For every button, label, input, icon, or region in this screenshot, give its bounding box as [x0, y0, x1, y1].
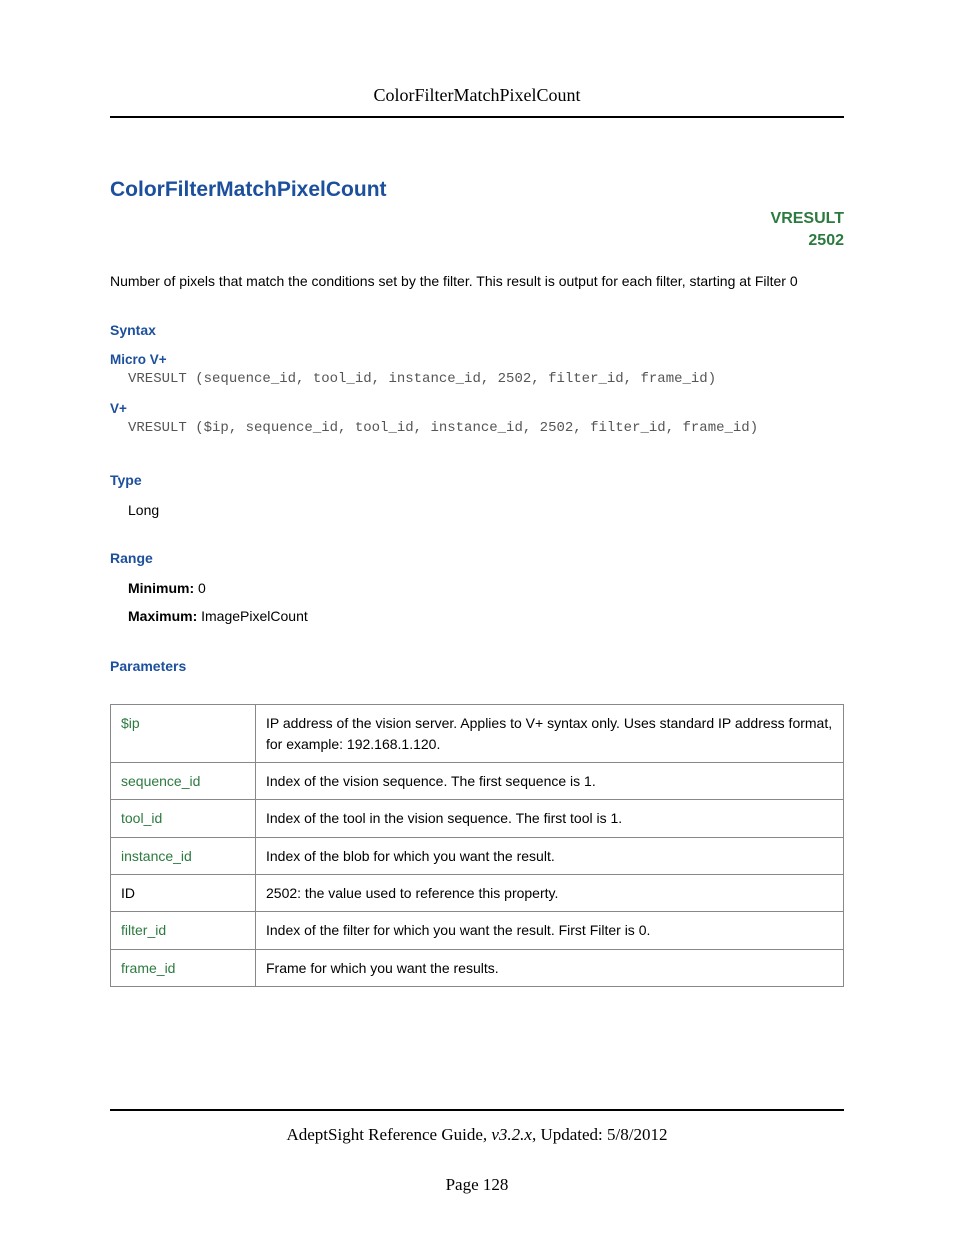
range-heading: Range	[110, 550, 844, 566]
parameters-table: $ipIP address of the vision server. Appl…	[110, 704, 844, 986]
parameters-heading: Parameters	[110, 658, 844, 674]
param-name: tool_id	[111, 800, 256, 837]
badge-vresult: VRESULT	[110, 208, 844, 230]
param-desc: Index of the tool in the vision sequence…	[256, 800, 844, 837]
footer-guide-name: AdeptSight Reference Guide	[286, 1125, 482, 1144]
range-min: Minimum: 0	[128, 580, 844, 596]
param-name: instance_id	[111, 837, 256, 874]
syntax-heading: Syntax	[110, 322, 844, 338]
running-head: ColorFilterMatchPixelCount	[110, 85, 844, 116]
table-row: frame_idFrame for which you want the res…	[111, 949, 844, 986]
badge-code: 2502	[110, 230, 844, 252]
type-value: Long	[128, 502, 844, 518]
vplus-label: V+	[110, 401, 844, 416]
param-desc: IP address of the vision server. Applies…	[256, 705, 844, 763]
param-name: filter_id	[111, 912, 256, 949]
table-row: sequence_idIndex of the vision sequence.…	[111, 763, 844, 800]
table-row: ID2502: the value used to reference this…	[111, 874, 844, 911]
micro-vplus-label: Micro V+	[110, 352, 844, 367]
page-title: ColorFilterMatchPixelCount	[110, 178, 844, 202]
param-desc: 2502: the value used to reference this p…	[256, 874, 844, 911]
table-row: filter_idIndex of the filter for which y…	[111, 912, 844, 949]
range-max-value: ImagePixelCount	[201, 608, 308, 624]
header-rule	[110, 116, 844, 118]
footer-updated-date: 5/8/2012	[607, 1125, 667, 1144]
footer-version: v3.2.x	[491, 1125, 532, 1144]
description-text: Number of pixels that match the conditio…	[110, 271, 844, 293]
table-row: $ipIP address of the vision server. Appl…	[111, 705, 844, 763]
param-desc: Index of the filter for which you want t…	[256, 912, 844, 949]
param-desc: Frame for which you want the results.	[256, 949, 844, 986]
range-max: Maximum: ImagePixelCount	[128, 608, 844, 624]
vplus-code: VRESULT ($ip, sequence_id, tool_id, inst…	[128, 420, 844, 436]
param-name: sequence_id	[111, 763, 256, 800]
type-heading: Type	[110, 472, 844, 488]
range-min-label: Minimum:	[128, 580, 194, 596]
param-desc: Index of the vision sequence. The first …	[256, 763, 844, 800]
range-max-label: Maximum:	[128, 608, 197, 624]
result-badge: VRESULT 2502	[110, 208, 844, 253]
param-name: frame_id	[111, 949, 256, 986]
range-min-value: 0	[198, 580, 206, 596]
table-row: tool_idIndex of the tool in the vision s…	[111, 800, 844, 837]
page-number: Page 128	[110, 1175, 844, 1195]
table-row: instance_idIndex of the blob for which y…	[111, 837, 844, 874]
param-desc: Index of the blob for which you want the…	[256, 837, 844, 874]
page-footer: AdeptSight Reference Guide, v3.2.x, Upda…	[110, 1109, 844, 1195]
micro-vplus-code: VRESULT (sequence_id, tool_id, instance_…	[128, 371, 844, 387]
footer-citation: AdeptSight Reference Guide, v3.2.x, Upda…	[110, 1125, 844, 1145]
param-name: ID	[111, 874, 256, 911]
footer-rule	[110, 1109, 844, 1111]
param-name: $ip	[111, 705, 256, 763]
document-page: ColorFilterMatchPixelCount ColorFilterMa…	[0, 0, 954, 1235]
footer-updated-label: Updated:	[540, 1125, 607, 1144]
